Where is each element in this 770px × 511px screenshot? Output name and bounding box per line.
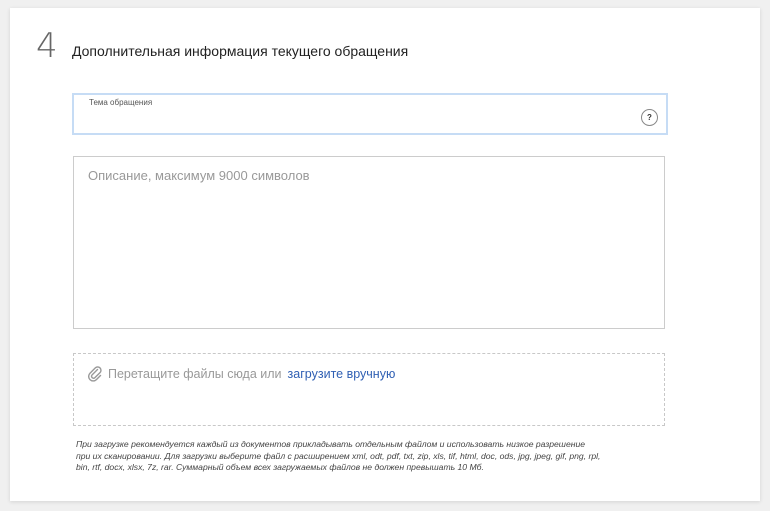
description-textarea[interactable] (74, 157, 664, 328)
additional-info-card: 4 Дополнительная информация текущего обр… (10, 8, 760, 501)
upload-note: При загрузке рекомендуется каждый из док… (76, 439, 676, 474)
section-title: Дополнительная информация текущего обращ… (72, 43, 409, 59)
upload-note-line: при их сканировании. Для загрузки выбери… (76, 450, 601, 461)
help-button[interactable]: ? (641, 109, 658, 126)
subject-input[interactable] (87, 110, 627, 130)
file-dropzone[interactable]: Перетащите файлы сюда или загрузите вруч… (73, 353, 665, 426)
paperclip-icon (88, 366, 102, 382)
subject-label: Тема обращения (89, 98, 153, 107)
upload-manually-link[interactable]: загрузите вручную (288, 366, 396, 382)
dropzone-row: Перетащите файлы сюда или загрузите вруч… (88, 366, 395, 382)
subject-field[interactable]: Тема обращения ? (72, 93, 668, 135)
drop-text: Перетащите файлы сюда или (108, 367, 282, 381)
question-icon: ? (647, 113, 652, 122)
upload-note-line: При загрузке рекомендуется каждый из док… (76, 439, 586, 449)
step-number: 4 (36, 26, 58, 66)
upload-note-line: bin, rtf, docx, xlsx, 7z, rar. Суммарный… (76, 462, 484, 472)
description-field[interactable] (73, 156, 665, 329)
